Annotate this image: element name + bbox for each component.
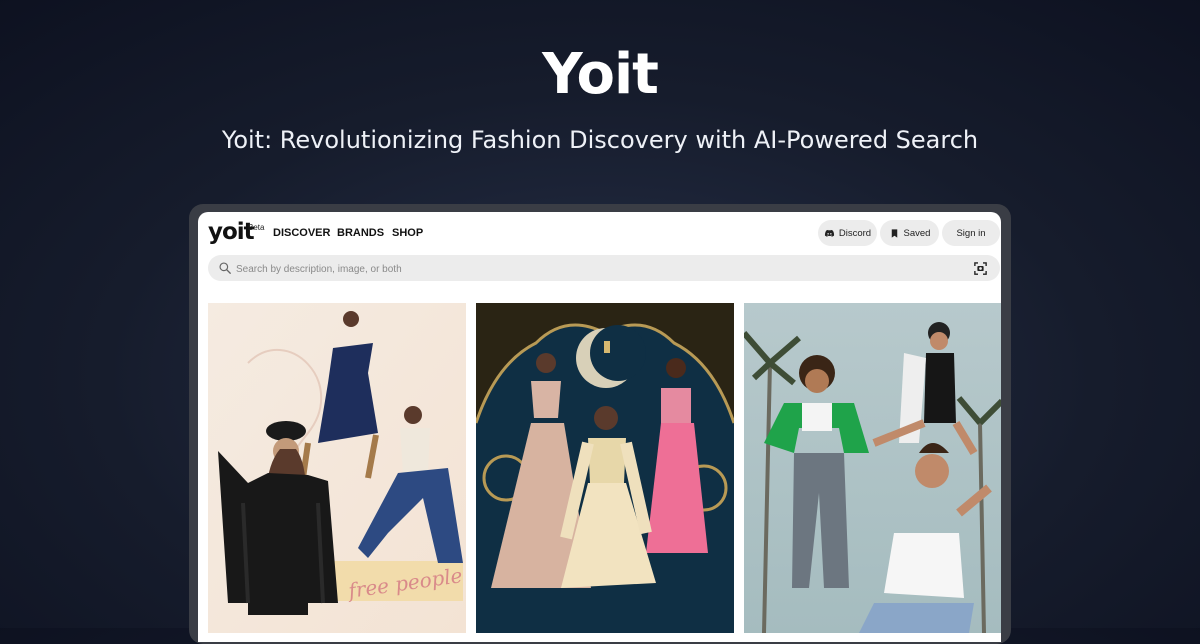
signin-button[interactable]: Sign in bbox=[942, 220, 1000, 246]
fashion-collage-festive-image bbox=[476, 303, 734, 633]
yoit-logo[interactable]: yoit bbox=[208, 219, 255, 245]
bookmark-icon bbox=[891, 228, 897, 238]
nav-shop[interactable]: SHOP bbox=[392, 227, 423, 239]
nav-discover[interactable]: DISCOVER bbox=[273, 227, 330, 239]
search-input[interactable] bbox=[234, 255, 958, 283]
discord-button[interactable]: Discord bbox=[818, 220, 877, 246]
top-bar: yoit Beta DISCOVER BRANDS SHOP Discord S… bbox=[198, 212, 1001, 256]
fashion-card-2[interactable] bbox=[476, 303, 734, 633]
nav-brands[interactable]: BRANDS bbox=[337, 227, 384, 239]
search-icon bbox=[219, 262, 231, 274]
app-screen: yoit Beta DISCOVER BRANDS SHOP Discord S… bbox=[198, 212, 1001, 642]
hero-subtitle: Yoit: Revolutionizing Fashion Discovery … bbox=[221, 126, 979, 154]
image-search-icon[interactable] bbox=[973, 261, 988, 276]
fashion-card-1[interactable]: free people bbox=[208, 303, 466, 633]
hero-title: Yoit bbox=[542, 42, 659, 107]
signin-label: Sign in bbox=[956, 227, 986, 239]
saved-button[interactable]: Saved bbox=[880, 220, 939, 246]
discord-label: Discord bbox=[838, 227, 872, 239]
search-bar bbox=[208, 255, 1000, 283]
beta-badge: Beta bbox=[248, 223, 265, 232]
fashion-card-3[interactable] bbox=[744, 303, 1001, 633]
discord-icon bbox=[824, 229, 834, 237]
fashion-collage-streetwear-image bbox=[744, 303, 1001, 633]
saved-label: Saved bbox=[903, 227, 931, 239]
